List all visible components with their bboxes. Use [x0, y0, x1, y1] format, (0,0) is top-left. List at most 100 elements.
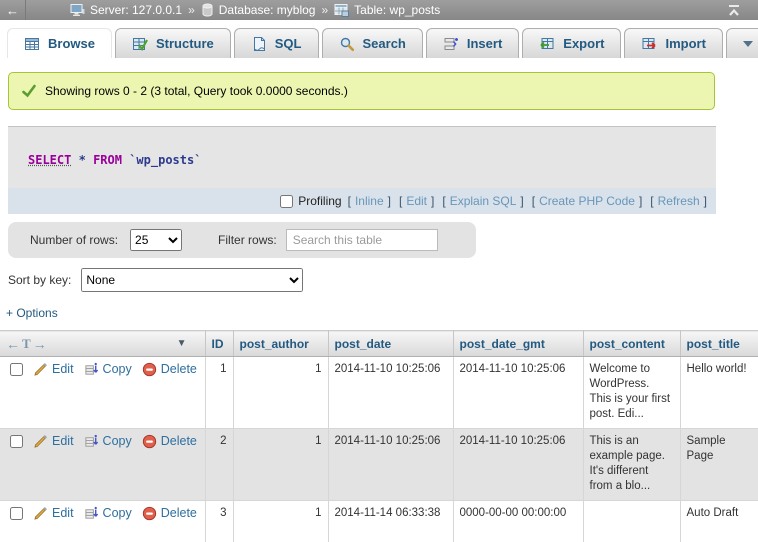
copy-icon[interactable]	[84, 506, 99, 521]
structure-icon	[132, 36, 148, 52]
number-of-rows-label: Number of rows:	[30, 233, 118, 247]
breadcrumb-server-label[interactable]: Server: 127.0.0.1	[90, 3, 182, 17]
row-checkbox[interactable]	[10, 363, 23, 376]
delete-icon[interactable]	[142, 506, 157, 521]
edit-link[interactable]: Edit	[52, 434, 74, 448]
tab-sql[interactable]: SQL	[234, 28, 319, 58]
copy-link[interactable]: Copy	[103, 506, 132, 520]
cell-post-date: 2014-11-10 10:25:06	[328, 357, 453, 429]
filter-rows-input[interactable]	[286, 229, 438, 251]
cell-post-date-gmt: 2014-11-10 10:25:06	[453, 429, 583, 501]
breadcrumb: ← Server: 127.0.0.1 » Database: myblog »	[0, 0, 758, 20]
tab-insert[interactable]: Insert	[426, 28, 519, 58]
sql-query-box: SELECT * FROM `wp_posts`	[8, 126, 716, 188]
sort-by-key-select[interactable]: None	[81, 268, 303, 292]
tab-export[interactable]: Export	[522, 28, 621, 58]
chevron-down-icon	[743, 41, 753, 47]
sort-dropdown-icon[interactable]: ▼	[177, 338, 187, 349]
collapse-icon[interactable]	[726, 4, 742, 17]
row-checkbox[interactable]	[10, 507, 23, 520]
sort-by-key: Sort by key: None	[8, 268, 303, 292]
edit-pencil-icon[interactable]	[33, 506, 48, 521]
column-header-post-author[interactable]: post_author	[233, 331, 328, 357]
copy-icon[interactable]	[84, 362, 99, 377]
column-header-post-date[interactable]: post_date	[328, 331, 453, 357]
tab-sql-label: SQL	[275, 36, 302, 51]
status-message-text: Showing rows 0 - 2 (3 total, Query took …	[45, 84, 348, 98]
cell-post-date-gmt: 0000-00-00 00:00:00	[453, 501, 583, 542]
copy-icon[interactable]	[84, 434, 99, 449]
cell-post-content: This is an example page. It's different …	[583, 429, 680, 501]
refresh-link[interactable]: Refresh	[658, 194, 700, 208]
sql-query-text: SELECT * FROM `wp_posts`	[8, 127, 716, 167]
tab-insert-label: Insert	[467, 36, 502, 51]
column-header-post-date-gmt[interactable]: post_date_gmt	[453, 331, 583, 357]
tab-import[interactable]: Import	[624, 28, 722, 58]
profiling-checkbox[interactable]	[280, 195, 293, 208]
bracket: [	[650, 194, 653, 208]
bracket: [	[399, 194, 402, 208]
bracket: [	[532, 194, 535, 208]
nav-right-arrow-icon[interactable]: →	[33, 336, 47, 352]
tab-browse[interactable]: Browse	[7, 28, 112, 58]
copy-link[interactable]: Copy	[103, 434, 132, 448]
delete-link[interactable]: Delete	[161, 506, 197, 520]
success-check-icon	[21, 83, 37, 99]
bracket: ]	[520, 194, 523, 208]
row-checkbox[interactable]	[10, 435, 23, 448]
delete-link[interactable]: Delete	[161, 362, 197, 376]
bracket: [	[442, 194, 445, 208]
tab-export-label: Export	[563, 36, 604, 51]
breadcrumb-table[interactable]: Table: wp_posts	[334, 3, 440, 17]
status-message: Showing rows 0 - 2 (3 total, Query took …	[8, 72, 715, 110]
nav-left-arrow-icon[interactable]: ←	[6, 336, 20, 352]
tab-more[interactable]: More	[726, 28, 758, 58]
column-header-post-title[interactable]: post_title	[680, 331, 758, 357]
column-header-post-content[interactable]: post_content	[583, 331, 680, 357]
export-icon	[539, 36, 555, 52]
create-php-code-link[interactable]: Create PHP Code	[539, 194, 635, 208]
filter-rows-label: Filter rows:	[218, 233, 277, 247]
tab-browse-label: Browse	[48, 36, 95, 51]
breadcrumb-database[interactable]: Database: myblog	[201, 3, 316, 17]
column-header-id[interactable]: ID	[205, 331, 233, 357]
results-table: ← T → ▼ ID post_author post_date post_da…	[0, 330, 758, 542]
cell-id: 2	[205, 429, 233, 501]
cell-post-content: Welcome to WordPress. This is your first…	[583, 357, 680, 429]
edit-pencil-icon[interactable]	[33, 434, 48, 449]
tab-search-label: Search	[363, 36, 406, 51]
cell-post-author: 1	[233, 357, 328, 429]
edit-link[interactable]: Edit	[52, 506, 74, 520]
cell-post-content	[583, 501, 680, 542]
bracket: [	[348, 194, 351, 208]
table-row: EditCopyDelete 1 1 2014-11-10 10:25:06 2…	[0, 357, 758, 429]
bracket: ]	[639, 194, 642, 208]
row-actions: Edit Copy Delete	[0, 501, 205, 542]
nav-toggle-icon[interactable]: T	[22, 336, 31, 352]
edit-pencil-icon[interactable]	[33, 362, 48, 377]
breadcrumb-table-label[interactable]: Table: wp_posts	[354, 3, 440, 17]
edit-link[interactable]: Edit	[52, 362, 74, 376]
profiling-label: Profiling	[298, 194, 341, 208]
tab-import-label: Import	[665, 36, 705, 51]
number-of-rows-select[interactable]: 25	[130, 229, 182, 251]
delete-icon[interactable]	[142, 434, 157, 449]
delete-icon[interactable]	[142, 362, 157, 377]
back-arrow[interactable]: ←	[0, 0, 26, 20]
tab-structure[interactable]: Structure	[115, 28, 231, 58]
options-toggle[interactable]: + Options	[6, 306, 58, 320]
explain-sql-link[interactable]: Explain SQL	[450, 194, 517, 208]
sql-star: *	[79, 153, 86, 167]
sql-keyword-select[interactable]: SELECT	[28, 153, 71, 167]
tab-search[interactable]: Search	[322, 28, 423, 58]
tab-bar: Browse Structure SQL Search Insert	[0, 20, 758, 58]
edit-query-link[interactable]: Edit	[406, 194, 427, 208]
breadcrumb-database-label[interactable]: Database: myblog	[219, 3, 316, 17]
query-links-bar: Profiling [Inline] [Edit] [Explain SQL] …	[8, 188, 716, 214]
copy-link[interactable]: Copy	[103, 362, 132, 376]
breadcrumb-server[interactable]: Server: 127.0.0.1	[70, 3, 182, 17]
breadcrumb-items: Server: 127.0.0.1 » Database: myblog » T…	[70, 3, 440, 17]
inline-link[interactable]: Inline	[355, 194, 384, 208]
server-icon	[70, 3, 85, 17]
delete-link[interactable]: Delete	[161, 434, 197, 448]
